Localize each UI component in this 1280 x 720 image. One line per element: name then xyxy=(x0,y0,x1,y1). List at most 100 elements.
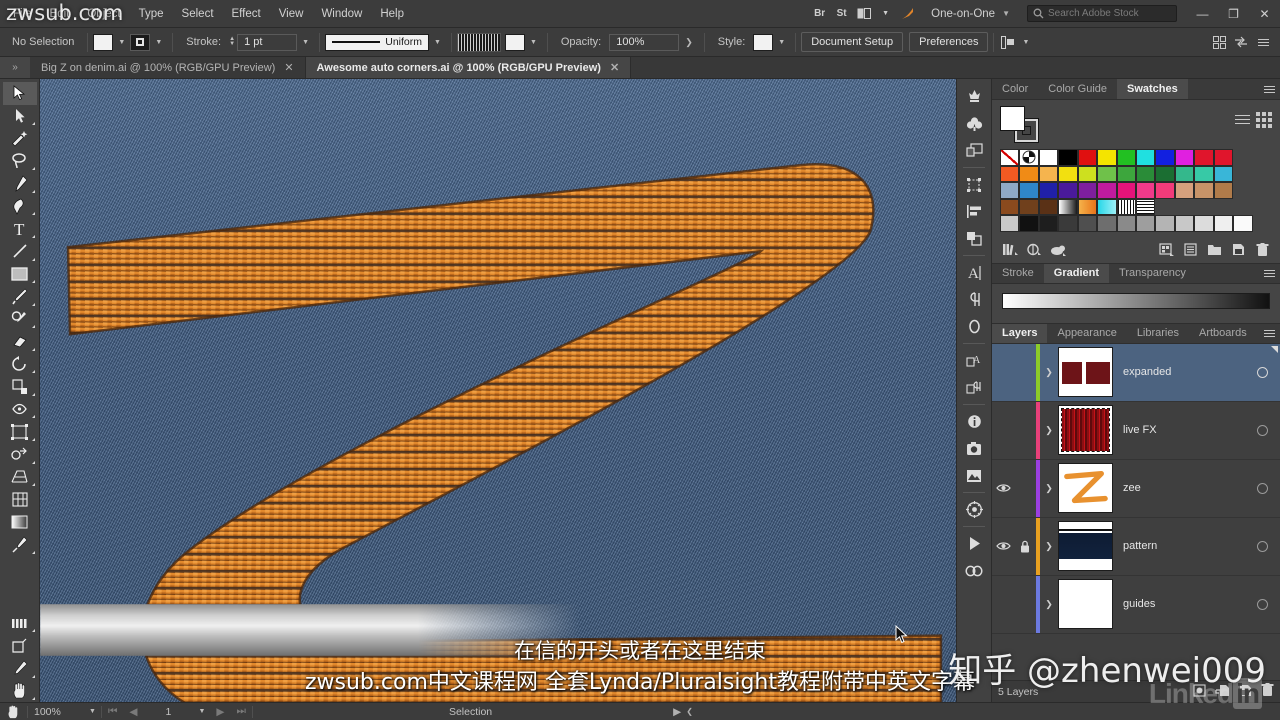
target-indicator[interactable] xyxy=(1257,482,1268,494)
gradient-panel-menu-icon[interactable] xyxy=(1258,264,1280,283)
arrange-chevron-icon[interactable]: ▼ xyxy=(875,4,896,23)
target-indicator[interactable] xyxy=(1257,366,1268,378)
eraser-tool[interactable] xyxy=(3,330,37,353)
symbols-icon[interactable] xyxy=(959,110,989,137)
artboard-number-input[interactable]: 1 xyxy=(143,706,193,718)
swatch[interactable] xyxy=(1174,215,1195,232)
swatch[interactable] xyxy=(1155,215,1175,232)
swatch-libraries-icon[interactable] xyxy=(998,241,1022,259)
control-bar-menu-icon[interactable] xyxy=(1254,33,1272,51)
artboard-nav-prev[interactable]: ◀ xyxy=(123,703,143,720)
image-trace-icon[interactable] xyxy=(959,435,989,462)
brush-definition-dropdown-icon[interactable]: ▼ xyxy=(525,39,542,46)
delete-swatch-icon[interactable] xyxy=(1250,241,1274,259)
stroke-profile-dropdown-icon[interactable]: ▼ xyxy=(429,39,446,46)
opacity-input[interactable]: 100% xyxy=(609,33,680,51)
status-menu-arrows[interactable]: ▶ ❮ xyxy=(673,706,693,718)
direct-selection-tool[interactable] xyxy=(3,105,37,128)
artboard-nav-last[interactable]: ⏭ xyxy=(230,703,251,720)
swatch[interactable] xyxy=(1155,149,1175,166)
swatch-gradient-cyan[interactable] xyxy=(1097,198,1117,216)
actions-icon[interactable] xyxy=(959,530,989,557)
width-tool[interactable] xyxy=(3,398,37,421)
curvature-tool[interactable] xyxy=(3,195,37,218)
swatch[interactable] xyxy=(1038,198,1059,216)
status-chevron-icon[interactable]: ❮ xyxy=(686,707,693,716)
swatch[interactable] xyxy=(1097,149,1117,166)
layer-name[interactable]: guides xyxy=(1113,598,1257,610)
character-icon[interactable]: A xyxy=(959,259,989,286)
brush-definition-swatch[interactable] xyxy=(504,33,525,51)
swatch[interactable] xyxy=(1097,215,1117,232)
lock-toggle[interactable] xyxy=(1014,540,1036,553)
document-info-icon[interactable] xyxy=(959,408,989,435)
magic-wand-tool[interactable] xyxy=(3,127,37,150)
delete-layer-icon[interactable] xyxy=(1261,683,1274,700)
swatch[interactable] xyxy=(1194,182,1214,199)
gradient-tool[interactable] xyxy=(3,511,37,534)
expand-arrow-icon[interactable]: ❯ xyxy=(1040,367,1058,378)
status-text[interactable]: Selection xyxy=(443,703,498,720)
tab-stroke[interactable]: Stroke xyxy=(992,263,1044,283)
artboard-nav-next[interactable]: ▶ xyxy=(210,703,230,720)
swatch[interactable] xyxy=(1019,198,1039,216)
exchange-icon[interactable] xyxy=(1232,33,1250,51)
swatch[interactable] xyxy=(1213,182,1234,199)
layer-row-live-fx[interactable]: ❯ live FX xyxy=(992,401,1280,460)
tab-transparency[interactable]: Transparency xyxy=(1109,263,1196,283)
transform-icon[interactable] xyxy=(959,171,989,198)
visibility-toggle[interactable] xyxy=(992,541,1014,551)
paragraph-styles-icon[interactable] xyxy=(959,374,989,401)
restore-button[interactable]: ❐ xyxy=(1218,0,1249,28)
swatch[interactable] xyxy=(1116,149,1136,166)
opacity-options-icon[interactable]: ❯ xyxy=(679,37,699,48)
workspace-switcher[interactable]: One-on-One ▼ xyxy=(924,3,1017,24)
arrange-documents-icon[interactable] xyxy=(853,4,874,23)
stroke-weight-dropdown-icon[interactable]: ▼ xyxy=(297,39,314,46)
menu-item-edit[interactable]: Edit xyxy=(41,4,79,24)
swatch[interactable] xyxy=(1116,182,1136,199)
swatch[interactable] xyxy=(1155,182,1175,199)
swatch[interactable] xyxy=(1155,165,1175,183)
swatch[interactable] xyxy=(1058,149,1078,166)
expand-arrow-icon[interactable]: ❯ xyxy=(1040,541,1058,552)
character-styles-icon[interactable]: A xyxy=(959,347,989,374)
menu-item-view[interactable]: View xyxy=(270,4,313,24)
color-guide-icon[interactable] xyxy=(1022,241,1046,259)
align-icon[interactable] xyxy=(959,198,989,225)
fill-stroke-indicator[interactable] xyxy=(1000,106,1042,143)
shape-builder-tool[interactable] xyxy=(3,443,37,466)
tab-artboards[interactable]: Artboards xyxy=(1189,323,1257,343)
perspective-grid-tool[interactable] xyxy=(3,466,37,489)
preferences-button[interactable]: Preferences xyxy=(909,32,989,52)
new-color-group-icon[interactable] xyxy=(1202,241,1226,259)
show-swatch-kinds-icon[interactable] xyxy=(1154,241,1178,259)
layers-panel-menu-icon[interactable] xyxy=(1258,324,1280,343)
artboard-nav-first[interactable]: ⏮ xyxy=(102,703,123,720)
make-clipping-mask-icon[interactable] xyxy=(1193,683,1206,700)
rectangle-tool[interactable] xyxy=(3,263,37,286)
create-new-sublayer-icon[interactable] xyxy=(1215,684,1230,700)
layer-row-guides[interactable]: ❯ guides xyxy=(992,575,1280,634)
line-segment-tool[interactable] xyxy=(3,240,37,263)
scale-tool[interactable] xyxy=(3,375,37,398)
navigator-icon[interactable] xyxy=(959,496,989,523)
swatch[interactable] xyxy=(1174,182,1195,199)
swatch[interactable] xyxy=(1019,215,1039,232)
expand-arrow-icon[interactable]: ❯ xyxy=(1040,599,1058,610)
swatch[interactable] xyxy=(1136,182,1156,199)
stroke-profile-selector[interactable]: Uniform xyxy=(325,33,429,51)
layer-name[interactable]: zee xyxy=(1113,482,1257,494)
color-themes-icon[interactable] xyxy=(1046,241,1070,259)
swatch[interactable] xyxy=(1213,165,1234,183)
zoom-dropdown-icon[interactable]: ▼ xyxy=(84,708,101,715)
swatch-registration[interactable] xyxy=(1019,149,1039,166)
expand-arrow-icon[interactable]: ❯ xyxy=(1040,483,1058,494)
stock-icon[interactable]: St xyxy=(831,4,852,23)
align-dropdown-icon[interactable]: ▼ xyxy=(1017,39,1034,46)
artboard-tool[interactable] xyxy=(3,634,37,657)
swatch-gradient-white-black[interactable] xyxy=(1058,198,1078,216)
close-button[interactable]: ✕ xyxy=(1249,0,1280,28)
menu-item-help[interactable]: Help xyxy=(371,4,413,24)
hand-tool[interactable] xyxy=(3,680,37,703)
